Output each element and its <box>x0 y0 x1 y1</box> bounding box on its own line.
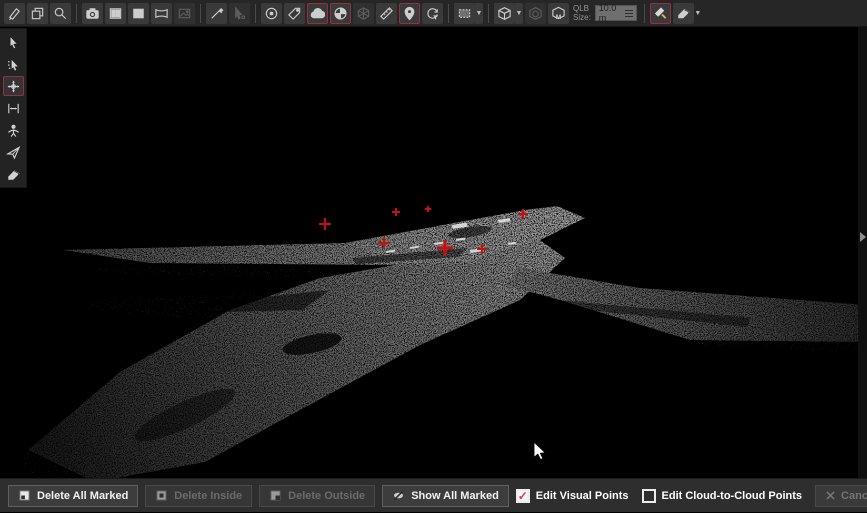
measure-pen-icon[interactable] <box>206 3 227 24</box>
left-tool-palette <box>0 28 27 188</box>
rectangle-select-dropdown[interactable]: ▼ <box>475 3 483 24</box>
right-panel-strip <box>858 27 867 478</box>
cube-clip-icon[interactable] <box>494 3 515 24</box>
point-cloud-display-icon[interactable] <box>307 3 328 24</box>
checkbox-checked-icon[interactable] <box>516 489 530 503</box>
cube-clip-dropdown[interactable]: ▼ <box>515 3 523 24</box>
single-view-icon[interactable] <box>128 3 149 24</box>
delete-all-marked-label: Delete All Marked <box>37 490 128 502</box>
rectangle-select-icon[interactable] <box>454 3 475 24</box>
mouse-cursor <box>534 442 545 460</box>
qlb-size-input[interactable]: 10.0 m <box>595 5 637 21</box>
gcp-marker[interactable] <box>392 208 400 216</box>
textured-sphere-display-icon[interactable] <box>330 3 351 24</box>
gcp-marker[interactable] <box>425 206 431 212</box>
trowel-edit-icon[interactable] <box>650 3 671 24</box>
edit-cloud-to-cloud-checkbox[interactable]: Edit Cloud-to-Cloud Points <box>642 489 803 503</box>
fly-navigate-tool-icon[interactable] <box>3 142 24 162</box>
select-pointer-icon[interactable] <box>3 32 24 52</box>
orbit-filter-icon[interactable] <box>422 3 443 24</box>
delete-inside-button[interactable]: Delete Inside <box>145 485 252 507</box>
cancel-label: Cancel <box>841 490 867 502</box>
show-all-marked-button[interactable]: Show All Marked <box>382 485 509 507</box>
top-toolbar: ▼ ▼ M QLB Size: 10.0 m ▼ <box>0 0 867 27</box>
select-pointer-snap-icon[interactable] <box>3 54 24 74</box>
move-pan-tool-icon[interactable] <box>3 76 24 96</box>
cancel-button[interactable]: Cancel <box>815 485 867 507</box>
qlb-label-line2: Size: <box>573 13 591 22</box>
delete-outside-label: Delete Outside <box>288 490 365 502</box>
edit-cloud-to-cloud-label: Edit Cloud-to-Cloud Points <box>662 490 803 502</box>
close-icon <box>826 491 835 500</box>
show-all-marked-label: Show All Marked <box>411 490 499 502</box>
sidebar-eraser-tool-icon[interactable] <box>3 164 24 184</box>
delete-inside-label: Delete Inside <box>174 490 242 502</box>
cube-m-clip-icon[interactable]: M <box>548 3 569 24</box>
disk-display-icon[interactable] <box>261 3 282 24</box>
cube-sphere-clip-icon[interactable] <box>525 3 546 24</box>
cursor-probe-icon[interactable] <box>229 3 250 24</box>
person-view-tool-icon[interactable] <box>3 120 24 140</box>
eraser-tool-icon[interactable] <box>673 3 694 24</box>
tag-display-icon[interactable] <box>284 3 305 24</box>
zoom-region-icon[interactable] <box>50 3 71 24</box>
edit-visual-points-label: Edit Visual Points <box>536 490 629 502</box>
camera-view-icon[interactable] <box>82 3 103 24</box>
cube-m-letter: M <box>556 13 562 20</box>
checkbox-unchecked-icon[interactable] <box>642 489 656 503</box>
measure-width-tool-icon[interactable] <box>3 98 24 118</box>
qlb-label-line1: QLB <box>573 4 591 13</box>
panorama-view-icon[interactable] <box>151 3 172 24</box>
delete-all-marked-button[interactable]: Delete All Marked <box>8 485 138 507</box>
image-view-icon[interactable] <box>174 3 195 24</box>
qlb-size-field: QLB Size: 10.0 m <box>573 4 637 22</box>
delete-outside-button[interactable]: Delete Outside <box>259 485 375 507</box>
mesh-display-icon[interactable] <box>353 3 374 24</box>
bottom-action-bar: Delete All Marked Delete Inside Delete O… <box>0 478 867 512</box>
point-cloud-viewport[interactable] <box>0 0 867 512</box>
qlb-spinner[interactable] <box>625 10 633 17</box>
expand-right-panel-arrow[interactable] <box>860 232 866 242</box>
edit-visual-points-checkbox[interactable]: Edit Visual Points <box>516 489 629 503</box>
qlb-size-value: 10.0 m <box>599 3 625 23</box>
gcp-marker[interactable] <box>319 218 331 230</box>
cascade-windows-icon[interactable] <box>27 3 48 24</box>
annotate-sign-icon[interactable] <box>4 3 25 24</box>
ruler-measure-icon[interactable] <box>376 3 397 24</box>
eraser-dropdown[interactable]: ▼ <box>694 3 702 24</box>
split-view-icon[interactable] <box>105 3 126 24</box>
pin-display-icon[interactable] <box>399 3 420 24</box>
